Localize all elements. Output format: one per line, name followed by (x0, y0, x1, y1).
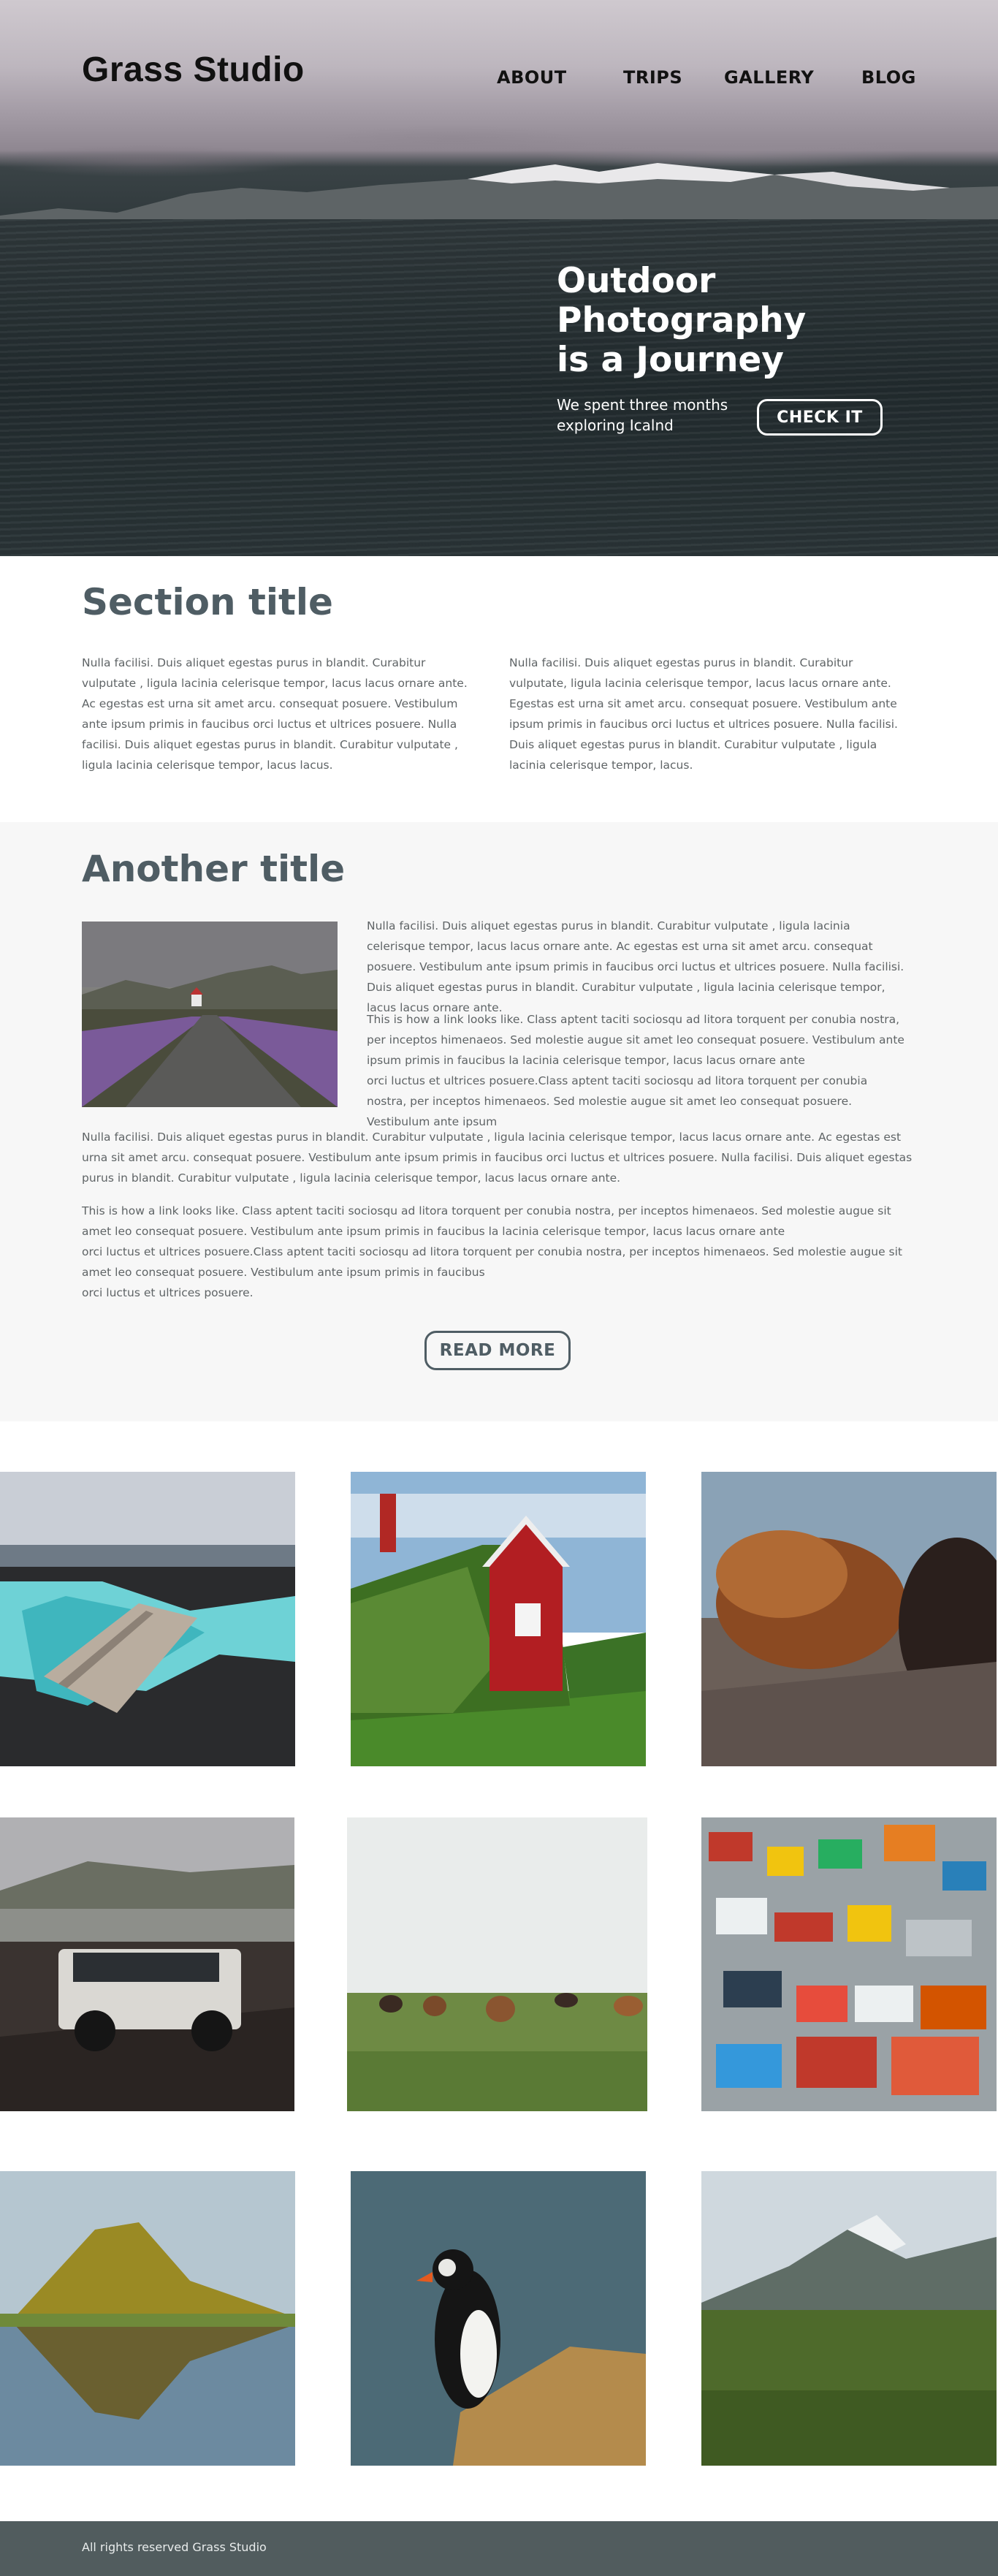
nav-about-link[interactable]: ABOUT (497, 67, 567, 88)
read-more-button[interactable]: READ MORE (424, 1331, 571, 1370)
another-title: Another title (82, 848, 346, 890)
section-title: Section title (82, 581, 333, 623)
gallery-image-puffin[interactable] (351, 2171, 646, 2466)
section2-paragraph-4: This is how a link looks like. Class apt… (82, 1204, 903, 1299)
section2-paragraph-3: Nulla facilisi. Duis aliquet egestas pur… (82, 1131, 913, 1185)
gallery-image-horse-mane[interactable] (701, 1472, 997, 1766)
section2-paragraph-2: This is how a link looks like. Class apt… (367, 1013, 904, 1128)
hero-mountains (0, 163, 998, 223)
footer-copyright: All rights reserved Grass Studio (82, 2540, 267, 2554)
nav-trips-link[interactable]: TRIPS (623, 67, 682, 88)
gallery-image-red-turf-house[interactable] (351, 1472, 646, 1766)
gallery-image-horses-field[interactable] (347, 1817, 647, 2111)
footer: All rights reserved Grass Studio (0, 2521, 998, 2576)
hero-title: Outdoor Photography is a Journey (557, 261, 807, 380)
gallery-image-off-road-car[interactable] (0, 1817, 294, 2111)
section1-column-1: Nulla facilisi. Duis aliquet egestas pur… (82, 656, 468, 772)
nav-blog-link[interactable]: BLOG (861, 67, 916, 88)
check-it-button[interactable]: CHECK IT (757, 399, 883, 436)
gallery-image-kirkjufell-mountain[interactable] (0, 2171, 295, 2466)
nav-gallery-link[interactable]: GALLERY (724, 67, 814, 88)
section1-column-2: Nulla facilisi. Duis aliquet egestas pur… (509, 656, 898, 772)
hero-banner: Grass Studio ABOUT TRIPS GALLERY BLOG Ou… (0, 0, 998, 556)
gallery-image-colorful-town[interactable] (701, 1817, 997, 2111)
gallery-image-green-valley[interactable] (701, 2171, 997, 2466)
hero-subtitle: We spent three months exploring Icalnd (557, 396, 728, 434)
lavender-road-image (82, 922, 338, 1107)
main-nav: ABOUT TRIPS GALLERY BLOG (0, 67, 998, 89)
gallery-image-lagoon-bridge[interactable] (0, 1472, 295, 1766)
section2-paragraph-1: Nulla facilisi. Duis aliquet egestas pur… (367, 919, 904, 1014)
